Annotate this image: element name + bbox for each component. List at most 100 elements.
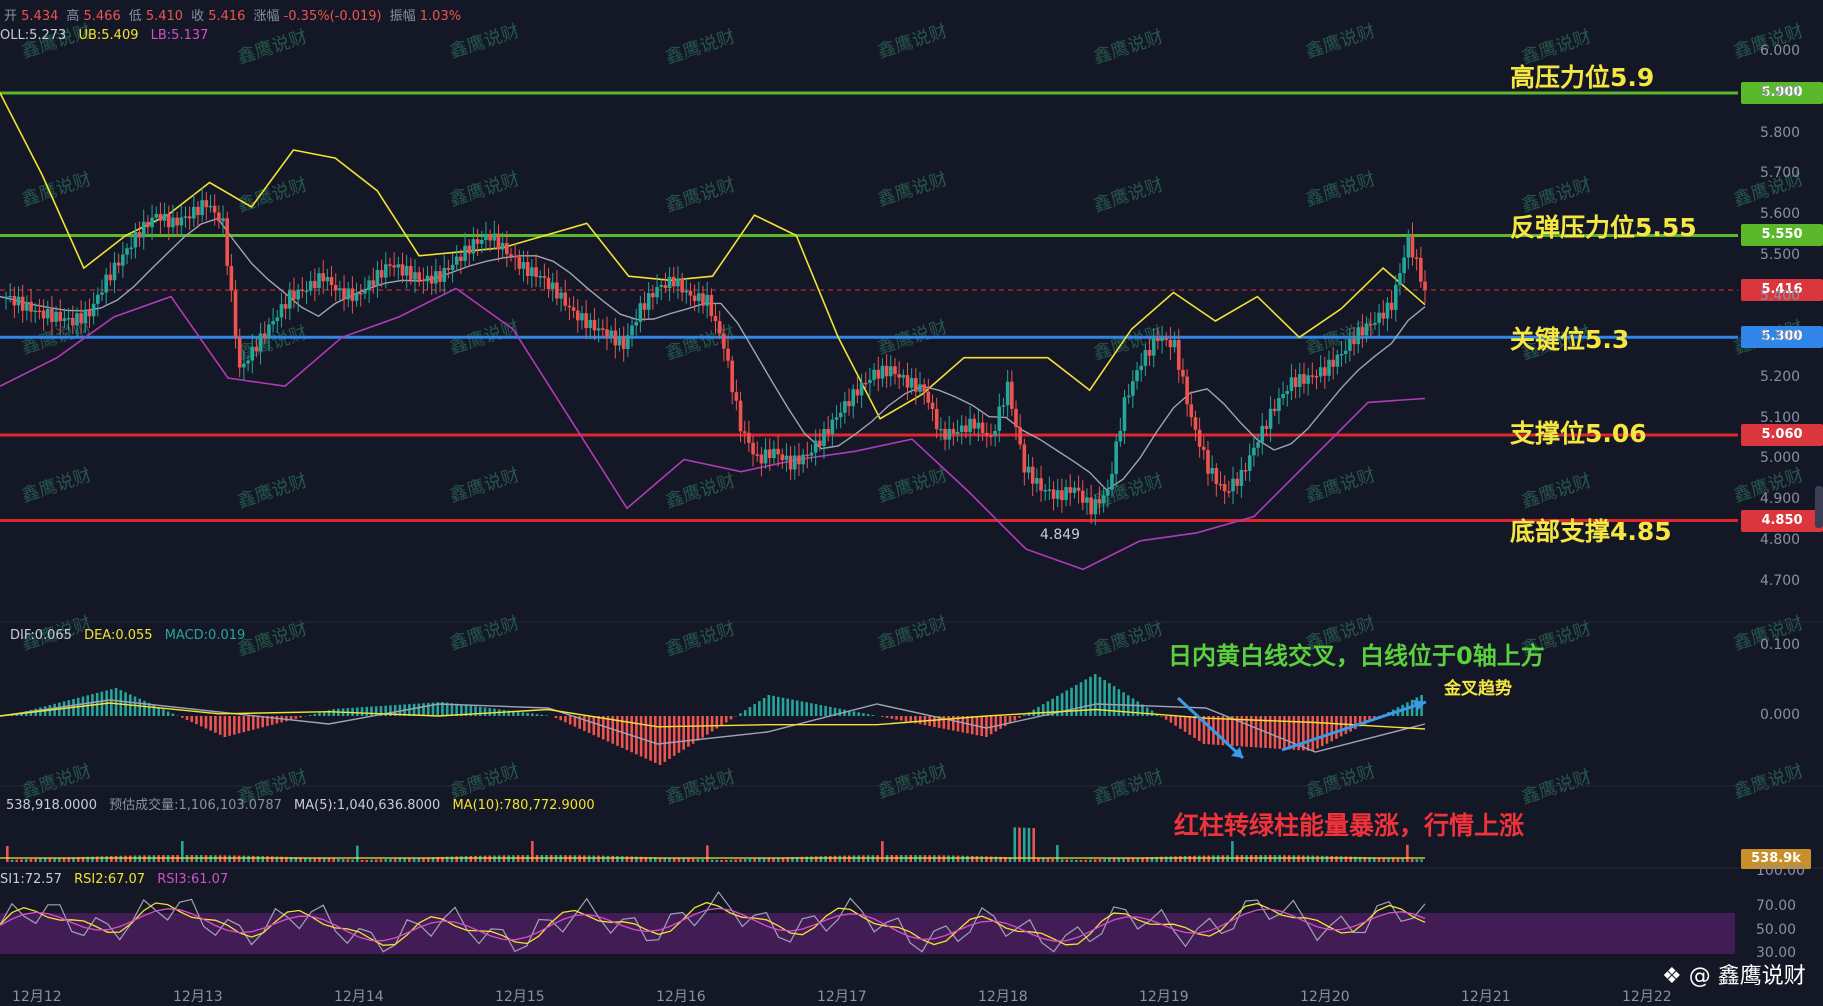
macd-bar (810, 703, 813, 716)
candle-body (280, 304, 284, 317)
candle-body (150, 218, 154, 228)
candle-body (868, 380, 872, 383)
macd-bar (115, 688, 118, 716)
ohlc-value-2: 5.410 (146, 9, 183, 24)
candle-body (551, 283, 555, 289)
volume-bar (323, 858, 326, 862)
volume-bar (252, 856, 255, 862)
candle-body (910, 378, 914, 388)
candle-body (1198, 430, 1202, 447)
candle-body (998, 407, 1002, 431)
ohlc-label-4: 涨幅 (253, 9, 283, 24)
volume-bar (148, 855, 151, 862)
volume-bar (971, 856, 974, 862)
volume-bar (1018, 827, 1021, 862)
candle-body (267, 324, 271, 338)
macd-bar (517, 712, 520, 716)
candle-body (1311, 375, 1315, 377)
candle-body (1407, 236, 1411, 258)
volume-bar (1392, 858, 1395, 862)
candle-body (1169, 340, 1173, 347)
volume-bar (488, 856, 491, 862)
macd-bar (488, 708, 491, 716)
macd-bar (276, 716, 279, 724)
candle-body (718, 321, 722, 333)
scroll-handle[interactable] (1815, 486, 1823, 528)
ohlc-value-0: 5.434 (21, 9, 58, 24)
volume-bar (1084, 860, 1087, 862)
candle-body (952, 429, 956, 434)
macd-bar (1061, 693, 1064, 716)
macd-bar (829, 707, 832, 716)
macd-bar (640, 716, 643, 756)
macd-bar (716, 716, 719, 728)
candle-body (200, 200, 204, 215)
candle-body (893, 366, 897, 374)
macd-bar (418, 704, 421, 716)
date-axis-tick-5: 12月17 (817, 986, 867, 1006)
candle-body (175, 218, 179, 226)
candle-body (935, 409, 939, 429)
candle-body (605, 329, 609, 337)
candle-body (92, 304, 96, 316)
macd-bar (313, 714, 316, 716)
candle-body (1093, 499, 1097, 514)
candle-body (1106, 490, 1110, 496)
candle-body (847, 401, 851, 406)
candle-body (1223, 484, 1227, 491)
candle-body (476, 239, 480, 244)
candle-body (572, 307, 576, 310)
macd-bar (252, 716, 255, 730)
candle-body (230, 266, 234, 291)
candle-body (1027, 467, 1031, 473)
candle-body (739, 401, 743, 432)
macd-bar (739, 713, 742, 716)
candle-body (301, 290, 305, 292)
volume-bar (507, 855, 510, 862)
kline-chart[interactable]: 鑫鹰说财鑫鹰说财鑫鹰说财鑫鹰说财鑫鹰说财鑫鹰说财鑫鹰说财鑫鹰说财鑫鹰说财鑫鹰说财… (0, 0, 1823, 998)
candle-body (217, 213, 221, 222)
macd-bar (138, 699, 141, 716)
macd-bar (172, 714, 175, 716)
candle-body (259, 333, 263, 351)
candle-body (643, 303, 647, 310)
volume-bar (1207, 855, 1210, 862)
macd-bar (205, 716, 208, 728)
candle-body (497, 234, 501, 250)
volume-bar (257, 856, 260, 862)
candle-body (705, 295, 709, 306)
volume-bar (588, 855, 591, 862)
volume-bar (853, 855, 856, 862)
volume-bar (692, 859, 695, 862)
candle-body (434, 271, 438, 283)
volume-bar (1217, 855, 1220, 862)
candle-body (71, 318, 75, 325)
macd-bar (881, 716, 884, 717)
candle-body (184, 216, 188, 218)
volume-bar (484, 856, 487, 862)
price-axis-tick-6: 5.400 (1760, 288, 1800, 304)
candle-body (313, 281, 317, 288)
candle-body (1423, 282, 1427, 290)
candle-body (722, 334, 726, 349)
candle-body (1102, 496, 1106, 504)
macd-bar (545, 715, 548, 716)
candle-body (1043, 490, 1047, 492)
candle-body (250, 347, 254, 361)
macd-bar (1070, 688, 1073, 716)
price-axis-tick-3: 5.700 (1760, 165, 1800, 181)
volume-bar (1056, 845, 1059, 862)
volume-bar (375, 859, 378, 862)
chart-canvas[interactable]: 鑫鹰说财鑫鹰说财鑫鹰说财鑫鹰说财鑫鹰说财鑫鹰说财鑫鹰说财鑫鹰说财鑫鹰说财鑫鹰说财… (0, 0, 1823, 998)
macd-bar (309, 715, 312, 716)
date-axis-tick-3: 12月15 (495, 986, 545, 1006)
candle-body (801, 455, 805, 465)
volume-bar (328, 858, 331, 862)
candle-body (1269, 409, 1273, 429)
volume-bar (1420, 859, 1423, 862)
volume-bar (465, 856, 468, 862)
candle-body (1327, 360, 1331, 376)
candle-body (947, 429, 951, 440)
candle-body (271, 321, 275, 324)
rsi3: RSI3:61.07 (157, 872, 228, 887)
